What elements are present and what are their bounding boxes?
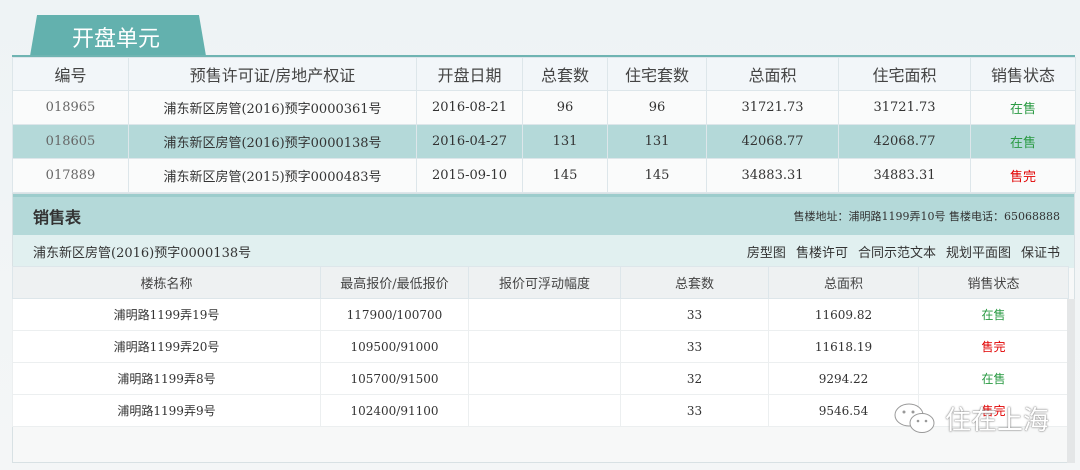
- status-badge: 在售: [918, 298, 1069, 331]
- unit-row[interactable]: 018605 浦东新区房管(2016)预字0000138号 2016-04-27 13…: [12, 124, 1076, 159]
- building-row[interactable]: 浦明路1199弄8号 105700/91500 32 9294.22 在售: [12, 362, 1069, 395]
- unit-cell: 34883.31: [838, 158, 971, 193]
- building-cell: 浦明路1199弄19号: [12, 298, 321, 331]
- building-cell: 33: [620, 394, 769, 427]
- building-cell: 浦明路1199弄9号: [12, 394, 321, 427]
- unit-cell: 145: [607, 158, 707, 193]
- unit-header-cell: 住宅面积: [838, 57, 971, 91]
- building-cell: 32: [620, 362, 769, 395]
- unit-cell: 34883.31: [706, 158, 839, 193]
- building-cell: 11618.19: [768, 330, 919, 363]
- status-badge: 售完: [918, 330, 1069, 363]
- building-cell: 浦明路1199弄20号: [12, 330, 321, 363]
- unit-cell: 145: [522, 158, 608, 193]
- unit-cell: 2016-04-27: [416, 124, 523, 159]
- doc-link[interactable]: 规划平面图: [946, 246, 1011, 261]
- building-cell: [468, 298, 621, 331]
- building-cell: 117900/100700: [320, 298, 469, 331]
- unit-header-cell: 总套数: [522, 57, 608, 91]
- unit-row[interactable]: 017889 浦东新区房管(2015)预字0000483号 2015-09-10 14…: [12, 158, 1076, 193]
- doc-link[interactable]: 售楼许可: [796, 246, 848, 261]
- unit-header-cell: 总面积: [706, 57, 839, 91]
- scrollbar[interactable]: [1067, 299, 1075, 463]
- status-badge: 在售: [970, 90, 1076, 125]
- unit-cell: 浦东新区房管(2015)预字0000483号: [128, 158, 417, 193]
- building-header-cell: 最高报价/最低报价: [320, 266, 469, 299]
- unit-cell: 96: [607, 90, 707, 125]
- doc-link[interactable]: 保证书: [1021, 246, 1060, 261]
- doc-link[interactable]: 房型图: [747, 246, 786, 261]
- sales-title: 销售表: [33, 208, 82, 227]
- unit-cell: 018605: [12, 124, 129, 159]
- unit-cell: 2015-09-10: [416, 158, 523, 193]
- sales-header: 销售表 售楼地址：浦明路1199弄10号 售楼电话：65068888: [13, 194, 1074, 235]
- unit-cell: 131: [607, 124, 707, 159]
- building-cell: 102400/91100: [320, 394, 469, 427]
- status-badge: 在售: [918, 362, 1069, 395]
- units-table: 编号 预售许可证/房地产权证 开盘日期 总套数 住宅套数 总面积 住宅面积 销售状态 01896…: [12, 57, 1076, 193]
- document-links: 房型图 售楼许可 合同示范文本 规划平面图 保证书: [737, 242, 1060, 261]
- unit-cell: 42068.77: [706, 124, 839, 159]
- sales-office-info: 售楼地址：浦明路1199弄10号 售楼电话：65068888: [793, 210, 1060, 223]
- unit-cell: 浦东新区房管(2016)预字0000361号: [128, 90, 417, 125]
- unit-header-cell: 开盘日期: [416, 57, 523, 91]
- building-cell: 浦明路1199弄8号: [12, 362, 321, 395]
- unit-header-cell: 预售许可证/房地产权证: [128, 57, 417, 91]
- building-cell: 33: [620, 298, 769, 331]
- building-header-cell: 报价可浮动幅度: [468, 266, 621, 299]
- unit-cell: 42068.77: [838, 124, 971, 159]
- building-cell: 33: [620, 330, 769, 363]
- unit-cell: 018965: [12, 90, 129, 125]
- unit-cell: 31721.73: [838, 90, 971, 125]
- unit-cell: 96: [522, 90, 608, 125]
- building-cell: [468, 362, 621, 395]
- building-header-cell: 总套数: [620, 266, 769, 299]
- unit-header-cell: 编号: [12, 57, 129, 91]
- unit-cell: 浦东新区房管(2016)预字0000138号: [128, 124, 417, 159]
- unit-header-cell: 销售状态: [970, 57, 1076, 91]
- unit-header-cell: 住宅套数: [607, 57, 707, 91]
- watermark: 住在上海: [893, 400, 1049, 437]
- building-header-cell: 销售状态: [918, 266, 1069, 299]
- status-badge: 在售: [970, 124, 1076, 159]
- permit-row: 浦东新区房管(2016)预字0000138号 房型图 售楼许可 合同示范文本 规划平面…: [13, 235, 1074, 268]
- unit-cell: 017889: [12, 158, 129, 193]
- unit-row[interactable]: 018965 浦东新区房管(2016)预字0000361号 2016-08-21 96…: [12, 90, 1076, 125]
- building-row[interactable]: 浦明路1199弄19号 117900/100700 33 11609.82 在售: [12, 298, 1069, 331]
- building-cell: 105700/91500: [320, 362, 469, 395]
- building-cell: [468, 330, 621, 363]
- building-cell: 9294.22: [768, 362, 919, 395]
- wechat-icon: [894, 403, 935, 433]
- building-cell: 11609.82: [768, 298, 919, 331]
- watermark-text: 住在上海: [945, 406, 1050, 436]
- doc-link[interactable]: 合同示范文本: [858, 246, 936, 261]
- unit-cell: 31721.73: [706, 90, 839, 125]
- unit-cell: 131: [522, 124, 608, 159]
- building-cell: 109500/91000: [320, 330, 469, 363]
- building-header-cell: 总面积: [768, 266, 919, 299]
- unit-cell: 2016-08-21: [416, 90, 523, 125]
- tab-opening-units[interactable]: 开盘单元: [30, 15, 206, 56]
- building-row[interactable]: 浦明路1199弄20号 109500/91000 33 11618.19 售完: [12, 330, 1069, 363]
- status-badge: 售完: [970, 158, 1076, 193]
- permit-number: 浦东新区房管(2016)预字0000138号: [33, 246, 252, 261]
- building-header-cell: 楼栋名称: [12, 266, 321, 299]
- building-cell: [468, 394, 621, 427]
